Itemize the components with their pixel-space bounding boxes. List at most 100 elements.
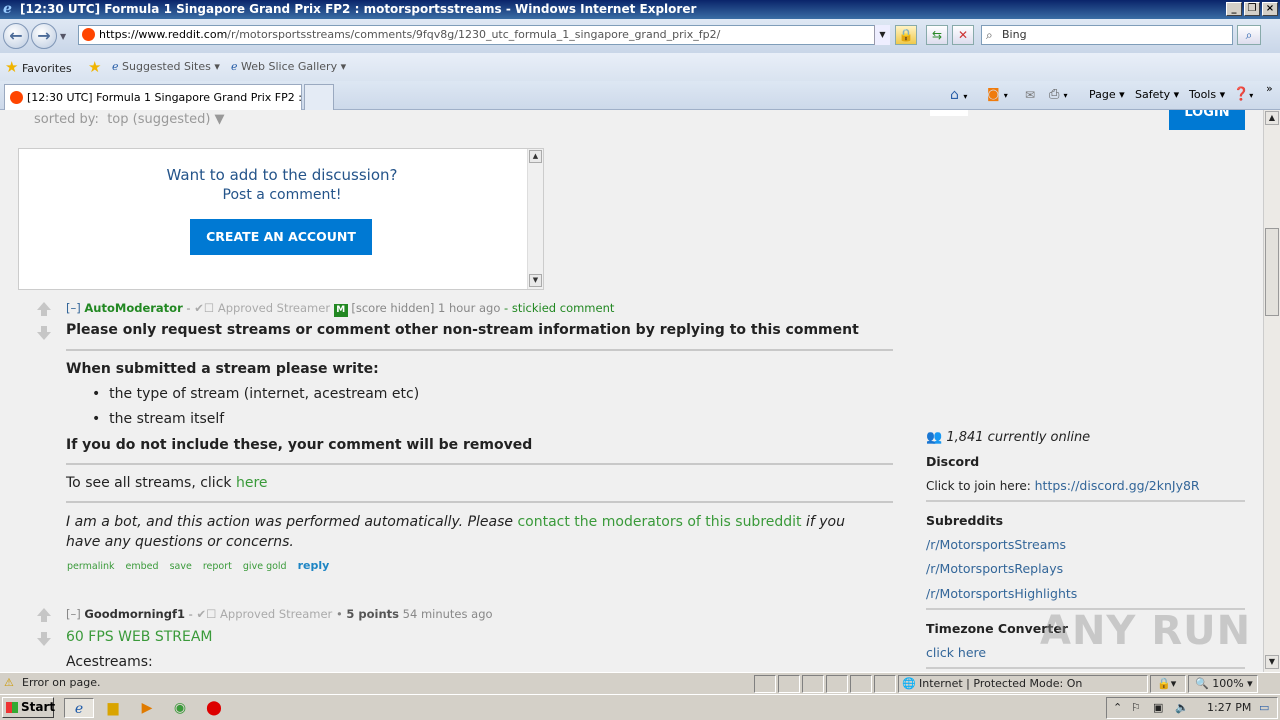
action-center-icon[interactable]: ⚐ xyxy=(1131,698,1141,718)
status-panel xyxy=(874,675,896,693)
subreddit-link[interactable]: /r/MotorsportsHighlights xyxy=(926,586,1077,601)
volume-icon[interactable]: 🔈 xyxy=(1175,698,1189,718)
suggested-sites-label: Suggested Sites xyxy=(122,60,211,73)
divider xyxy=(926,500,1245,502)
create-account-button[interactable]: CREATE AN ACCOUNT xyxy=(190,219,372,255)
lock-icon[interactable]: 🔒 xyxy=(895,25,917,45)
scroll-down-icon[interactable]: ▼ xyxy=(1265,655,1279,669)
protected-mode-icon[interactable]: 🔒▾ xyxy=(1150,675,1186,693)
discussion-box: Want to add to the discussion? Post a co… xyxy=(18,148,544,290)
watermark-logo: ANY RUN xyxy=(1040,608,1252,654)
clock[interactable]: 1:27 PM xyxy=(1207,698,1251,718)
favorites-button[interactable]: ★ Favorites xyxy=(5,53,72,83)
upvote-arrow-icon[interactable] xyxy=(37,302,51,316)
downvote-arrow-icon[interactable] xyxy=(37,326,51,340)
zoom-icon: 🔍 xyxy=(1195,677,1209,690)
add-favorite-icon[interactable]: ★ xyxy=(88,53,101,81)
close-window-button[interactable]: × xyxy=(1262,2,1278,16)
see-all-link[interactable]: here xyxy=(236,475,268,491)
comment-author[interactable]: AutoModerator xyxy=(84,301,182,315)
ie-page-icon: ℯ xyxy=(231,60,238,73)
suggested-sites-button[interactable]: ℯ Suggested Sites ▾ xyxy=(112,53,220,81)
compatibility-view-icon[interactable]: ⇆ xyxy=(926,25,948,45)
zoom-control[interactable]: 🔍 100% ▾ xyxy=(1188,675,1258,693)
tools-menu[interactable]: Tools ▾ xyxy=(1189,81,1225,109)
discord-text: Click to join here: xyxy=(926,479,1031,493)
history-dropdown-icon[interactable]: ▼ xyxy=(60,32,66,41)
contact-moderators-link[interactable]: contact the moderators of this subreddit xyxy=(517,514,801,530)
url-path: /r/motorsportsstreams/comments/9fqv8g/12… xyxy=(227,28,721,41)
mail-icon[interactable]: ✉ xyxy=(1025,81,1035,109)
safety-menu-label: Safety xyxy=(1135,88,1171,101)
address-bar[interactable]: https://www.reddit.com/r/motorsportsstre… xyxy=(78,25,890,45)
web-slice-gallery-label: Web Slice Gallery xyxy=(241,60,338,73)
discussion-scrollbar[interactable]: ▲ ▼ xyxy=(527,149,543,289)
url-host: https://www.reddit.com xyxy=(99,28,228,41)
report-link[interactable]: report xyxy=(203,561,232,572)
new-tab-button[interactable] xyxy=(304,84,334,110)
home-icon[interactable]: ⌂ ▾ xyxy=(950,81,967,109)
help-icon[interactable]: ❓▾ xyxy=(1233,81,1253,109)
minimize-button[interactable]: _ xyxy=(1226,2,1242,16)
safety-menu[interactable]: Safety ▾ xyxy=(1135,81,1179,109)
security-app-icon[interactable]: ⬤ xyxy=(204,698,224,718)
ie-logo-icon: e xyxy=(3,1,12,17)
start-button[interactable]: Start xyxy=(2,697,55,718)
timezone-link[interactable]: click here xyxy=(926,645,986,660)
folder-icon[interactable]: ▆ xyxy=(103,698,123,718)
collapse-toggle[interactable]: [–] xyxy=(66,607,81,621)
collapse-toggle[interactable]: [–] xyxy=(66,301,81,315)
login-button[interactable]: LOGIN xyxy=(1169,110,1245,130)
back-button[interactable]: ← xyxy=(3,23,29,49)
discord-link[interactable]: https://discord.gg/2knJy8R xyxy=(1035,478,1200,493)
page-menu[interactable]: Page ▾ xyxy=(1089,81,1125,109)
page-scrollbar[interactable]: ▲ ▼ xyxy=(1263,110,1280,672)
search-button[interactable]: ⌕ xyxy=(1237,25,1261,45)
scroll-up-icon[interactable]: ▲ xyxy=(1265,111,1279,125)
web-slice-gallery-button[interactable]: ℯ Web Slice Gallery ▾ xyxy=(231,53,346,81)
bot-notice-text: if you xyxy=(806,514,845,530)
network-icon[interactable]: ▣ xyxy=(1153,698,1163,718)
ie-taskbar-icon[interactable]: e xyxy=(64,698,94,718)
upvote-arrow-icon[interactable] xyxy=(37,608,51,622)
search-icon: ⌕ xyxy=(986,28,993,42)
downvote-arrow-icon[interactable] xyxy=(37,632,51,646)
media-player-icon[interactable]: ▶ xyxy=(137,698,157,718)
post-comment-text: Post a comment! xyxy=(222,187,342,203)
comment-time[interactable]: 1 hour ago xyxy=(438,301,500,315)
subreddit-link[interactable]: /r/MotorsportsStreams xyxy=(926,537,1066,552)
comment-author[interactable]: Goodmorningf1 xyxy=(84,607,185,621)
status-error-text[interactable]: Error on page. xyxy=(22,673,100,693)
scroll-down-icon[interactable]: ▼ xyxy=(529,274,542,287)
embed-link[interactable]: embed xyxy=(126,561,159,572)
stop-icon[interactable]: ✕ xyxy=(952,25,974,45)
security-zone[interactable]: 🌐 Internet | Protected Mode: On xyxy=(898,675,1148,693)
reply-link[interactable]: reply xyxy=(298,559,330,572)
chrome-icon[interactable]: ◉ xyxy=(170,698,190,718)
subreddit-link[interactable]: /r/MotorsportsReplays xyxy=(926,561,1063,576)
comment-time[interactable]: 54 minutes ago xyxy=(403,607,493,621)
tab-active[interactable]: [12:30 UTC] Formula 1 Singapore Grand Pr… xyxy=(4,84,302,110)
scroll-up-icon[interactable]: ▲ xyxy=(529,150,542,163)
tray-expand-icon[interactable]: ⌃ xyxy=(1113,698,1122,718)
scroll-thumb[interactable] xyxy=(1265,228,1279,316)
permalink-link[interactable]: permalink xyxy=(67,561,115,572)
show-desktop-icon[interactable]: ▭ xyxy=(1259,698,1269,718)
feeds-icon[interactable]: ◙ ▾ xyxy=(987,81,1008,109)
sort-selector[interactable]: sorted by: top (suggested) ▼ xyxy=(34,112,225,127)
save-link[interactable]: save xyxy=(170,561,192,572)
search-input[interactable]: ⌕ Bing xyxy=(981,25,1233,45)
moderator-badge[interactable]: M xyxy=(333,304,348,317)
give-gold-link[interactable]: give gold xyxy=(243,561,287,572)
comment-text: Acestreams: xyxy=(66,654,153,670)
warning-icon[interactable]: ⚠ xyxy=(4,673,14,693)
chevron-more-icon[interactable]: » xyxy=(1266,75,1273,103)
forward-button[interactable]: → xyxy=(31,23,57,49)
print-icon[interactable]: ⎙ ▾ xyxy=(1049,81,1068,109)
sorted-by-value[interactable]: top (suggested) xyxy=(107,112,210,127)
address-dropdown-icon[interactable]: ▼ xyxy=(874,25,890,45)
online-count-text: 1,841 currently online xyxy=(946,430,1091,445)
stream-link[interactable]: 60 FPS WEB STREAM xyxy=(66,629,213,645)
restore-button[interactable]: ❐ xyxy=(1244,2,1260,16)
tab-row: [12:30 UTC] Formula 1 Singapore Grand Pr… xyxy=(0,81,1280,110)
